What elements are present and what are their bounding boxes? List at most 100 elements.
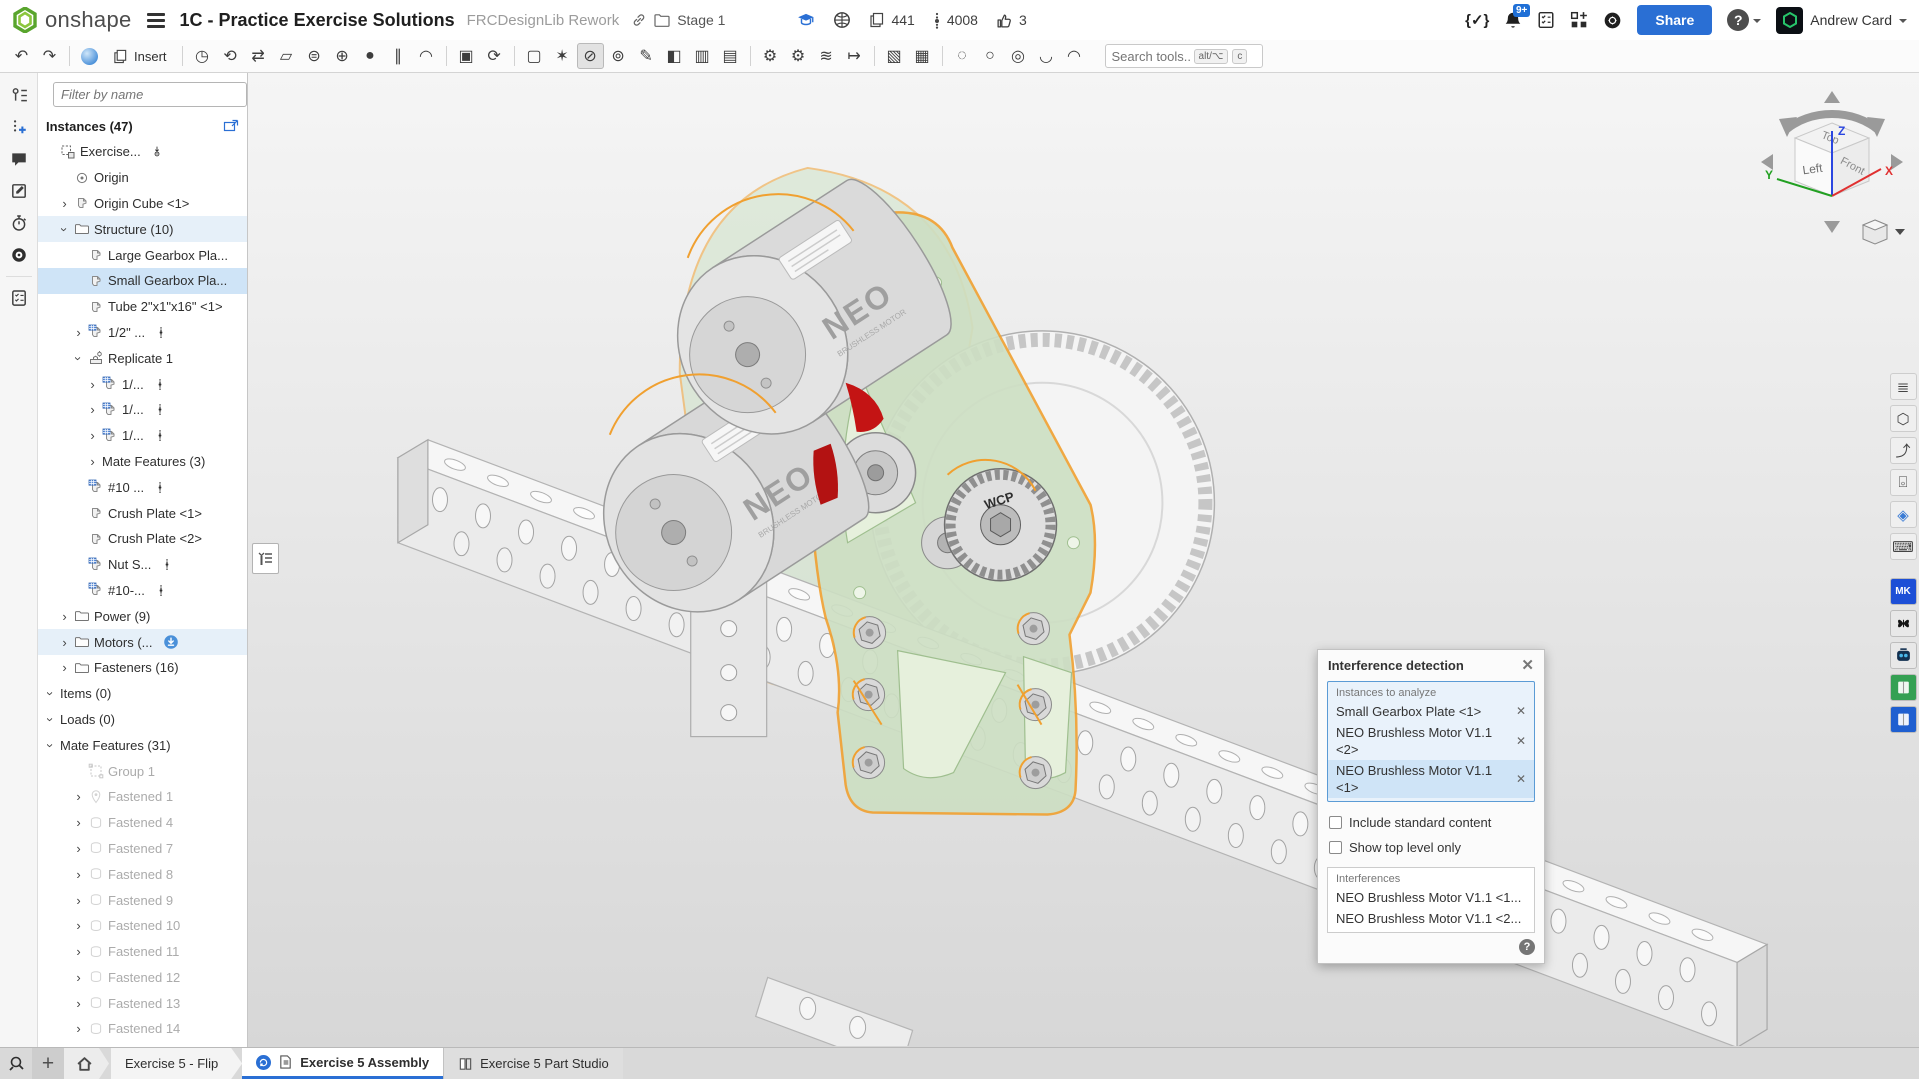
expand-chevron-icon[interactable]: › [72, 326, 85, 339]
ball-mate-icon[interactable]: ● [357, 43, 384, 69]
help-menu[interactable]: ? [1727, 9, 1761, 31]
tree-item-origin[interactable]: Origin [38, 165, 247, 191]
fastened-mate-icon[interactable]: ◷ [189, 43, 216, 69]
instances-flyout-toggle[interactable] [252, 543, 279, 574]
tree-item-items-0[interactable]: ›Items (0) [38, 681, 247, 707]
tree-item-small-gearbox-pla[interactable]: Small Gearbox Pla... [38, 268, 247, 294]
breadcrumb[interactable]: Stage 1 [631, 12, 725, 28]
interference-result-neo-brushless-motor-v1-1-1[interactable]: NEO Brushless Motor V1.1 <1... [1328, 887, 1534, 908]
tilt-up-arrow-icon[interactable] [1824, 91, 1840, 103]
cylindrical-mate-icon[interactable]: ⊜ [301, 43, 328, 69]
tree-item-tube-2-x1-x16-1[interactable]: Tube 2"x1"x16" <1> [38, 294, 247, 320]
new-tab-button[interactable]: + [32, 1048, 64, 1079]
analyze-instance-neo-brushless-motor-v1-1-2[interactable]: NEO Brushless Motor V1.1 <2>✕ [1328, 722, 1534, 760]
view-cube-left-label[interactable]: Left [1802, 161, 1824, 178]
hex-bolt[interactable] [1018, 613, 1050, 645]
instances-to-analyze-box[interactable]: Instances to analyze Small Gearbox Plate… [1327, 681, 1535, 802]
tree-item-10[interactable]: #10 ... [38, 474, 247, 500]
undo-button[interactable]: ↶ [8, 43, 35, 69]
loop-tool-icon-e[interactable]: ◠ [1061, 43, 1088, 69]
expand-chevron-icon[interactable]: › [58, 661, 71, 674]
expand-chevron-icon[interactable]: › [72, 971, 85, 984]
drawing-icon[interactable]: ▧ [881, 43, 908, 69]
remove-instance-icon[interactable]: ✕ [1516, 733, 1526, 750]
document-tab-exercise-5-part-studio[interactable]: Exercise 5 Part Studio [443, 1048, 623, 1079]
expand-chevron-icon[interactable]: › [58, 610, 71, 623]
interference-detection-icon[interactable]: ⊘ [577, 43, 604, 69]
bom-table-icon[interactable]: ▤ [717, 43, 744, 69]
hex-bolt[interactable] [853, 747, 885, 779]
green-book-app-icon[interactable] [1890, 674, 1917, 701]
tree-item-replicate-1[interactable]: ›Replicate 1 [38, 345, 247, 371]
slider-mate-icon[interactable]: ⇄ [245, 43, 272, 69]
expand-chevron-icon[interactable]: › [86, 455, 99, 468]
expand-chevron-icon[interactable]: › [58, 197, 71, 210]
versions-history-icon[interactable] [4, 81, 34, 109]
filter-input[interactable] [53, 82, 247, 107]
update-available-icon[interactable] [163, 634, 173, 650]
tree-item-origin-cube-1[interactable]: ›Origin Cube <1> [38, 191, 247, 217]
follow-checklist-icon[interactable] [4, 284, 34, 312]
revolute-mate-icon[interactable]: ⟲ [217, 43, 244, 69]
expand-chevron-icon[interactable]: › [86, 378, 99, 391]
tree-item-1[interactable]: ›1/... [38, 371, 247, 397]
loop-tool-icon-a[interactable]: ◌ [949, 43, 976, 69]
tree-item-large-gearbox-pla[interactable]: Large Gearbox Pla... [38, 242, 247, 268]
expand-chevron-icon[interactable]: › [58, 223, 71, 236]
copies-stat[interactable]: 441 [869, 12, 914, 28]
tree-item-power-9[interactable]: ›Power (9) [38, 603, 247, 629]
tree-item-fastened-14[interactable]: ›Fastened 14 [38, 1016, 247, 1042]
expand-chevron-icon[interactable]: › [86, 429, 99, 442]
tree-item-fastened-12[interactable]: ›Fastened 12 [38, 965, 247, 991]
expand-chevron-icon[interactable]: › [72, 894, 85, 907]
include-standard-content-row[interactable]: Include standard content [1318, 810, 1544, 835]
hamburger-menu-icon[interactable] [144, 10, 168, 31]
tree-item-1[interactable]: ›1/... [38, 397, 247, 423]
user-menu[interactable]: Andrew Card [1776, 7, 1907, 34]
document-tab-exercise-5-flip[interactable]: Exercise 5 - Flip [111, 1048, 242, 1079]
view-cube[interactable]: Top Left Front Z X Y [1753, 83, 1911, 255]
group-tool-icon[interactable]: ▣ [453, 43, 480, 69]
tree-item-fastened-13[interactable]: ›Fastened 13 [38, 990, 247, 1016]
custom-table-panel-icon[interactable]: ⌻ [1890, 469, 1917, 496]
document-title[interactable]: 1C - Practice Exercise Solutions [180, 10, 455, 31]
performance-icon[interactable] [4, 209, 34, 237]
expand-chevron-icon[interactable]: › [44, 739, 57, 752]
tree-item-fastened-1[interactable]: ›Fastened 1 [38, 784, 247, 810]
remove-instance-icon[interactable]: ✕ [1516, 703, 1526, 720]
blue-book-app-icon[interactable] [1890, 706, 1917, 733]
expand-chevron-icon[interactable]: › [72, 790, 85, 803]
replicate-tool-icon[interactable]: ⟳ [481, 43, 508, 69]
analyze-instance-small-gearbox-plate-1[interactable]: Small Gearbox Plate <1>✕ [1328, 701, 1534, 722]
learning-center-icon[interactable] [4, 241, 34, 269]
insert-button[interactable]: Insert [104, 43, 176, 69]
tree-item-fastened-7[interactable]: ›Fastened 7 [38, 836, 247, 862]
share-button[interactable]: Share [1637, 5, 1712, 35]
tree-item-crush-plate-1[interactable]: Crush Plate <1> [38, 500, 247, 526]
tree-item-fastened-4[interactable]: ›Fastened 4 [38, 810, 247, 836]
tree-item-1[interactable]: ›1/... [38, 423, 247, 449]
configuration-dots-icon[interactable] [154, 402, 164, 417]
dialog-close-icon[interactable]: ✕ [1521, 660, 1534, 672]
expand-chevron-icon[interactable]: › [86, 403, 99, 416]
planar-mate-icon[interactable]: ▱ [273, 43, 300, 69]
tree-item-structure-10[interactable]: ›Structure (10) [38, 216, 247, 242]
expand-chevron-icon[interactable]: › [72, 1022, 85, 1035]
ai-assistant-icon[interactable] [1603, 11, 1622, 30]
expand-chevron-icon[interactable]: › [44, 687, 57, 700]
tree-item-nut-s[interactable]: Nut S... [38, 552, 247, 578]
tree-item-fastened-10[interactable]: ›Fastened 10 [38, 913, 247, 939]
hex-bolt[interactable] [854, 617, 886, 649]
mate-relation-icon[interactable]: ⚙ [785, 43, 812, 69]
butterfly-app-icon[interactable] [1890, 610, 1917, 637]
tree-item-group-1[interactable]: Group 1 [38, 758, 247, 784]
tree-item-crush-plate-2[interactable]: Crush Plate <2> [38, 526, 247, 552]
derived-part-panel-icon[interactable]: ⤴ [1890, 437, 1917, 464]
redo-button[interactable]: ↷ [36, 43, 63, 69]
configuration-dots-icon[interactable] [155, 583, 165, 598]
exploded-view-icon[interactable]: ⊚ [605, 43, 632, 69]
tree-item-10[interactable]: #10-... [38, 578, 247, 604]
loop-tool-icon-b[interactable]: ○ [977, 43, 1004, 69]
tangent-mate-icon[interactable]: ◠ [413, 43, 440, 69]
dialog-help-icon[interactable]: ? [1519, 939, 1535, 955]
